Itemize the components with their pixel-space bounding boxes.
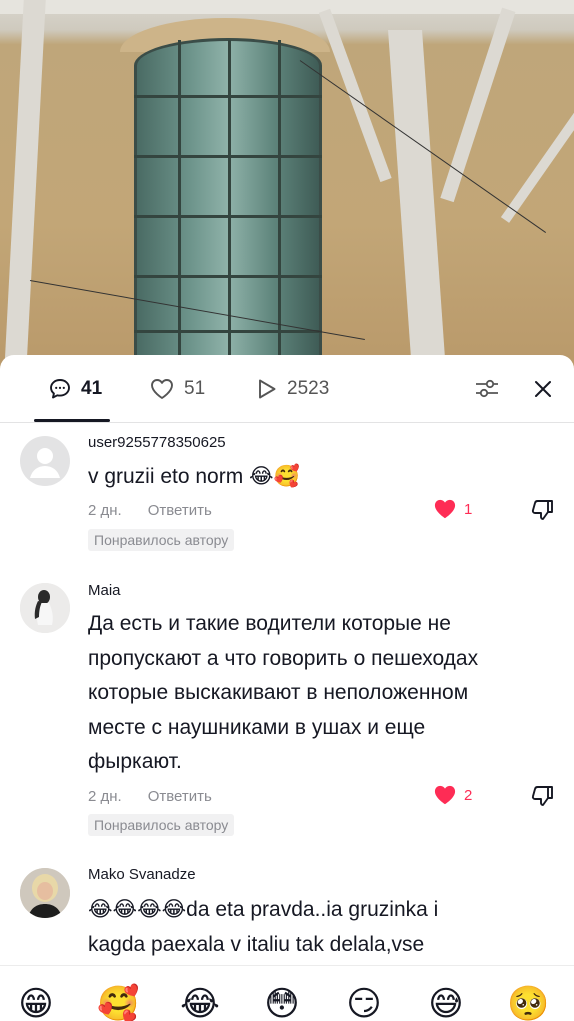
tree-branch — [318, 8, 392, 183]
avatar[interactable] — [20, 436, 70, 486]
thumbs-down-icon — [531, 786, 553, 806]
close-icon — [535, 381, 551, 397]
emoji-flushed-button[interactable]: 😳 — [261, 984, 303, 1021]
heart-filled-icon — [434, 785, 456, 805]
tree-branch — [500, 69, 574, 223]
reply-button[interactable]: Ответить — [148, 502, 212, 519]
comment-like-button[interactable]: 2 — [432, 784, 472, 806]
comment-text-line: 😂😂😂😂da eta pravda..ia gruzinka i — [88, 898, 439, 921]
emoji-pleading-button[interactable]: 🥺 — [507, 984, 549, 1021]
glass-mullion — [228, 40, 231, 370]
header-divider — [0, 422, 574, 423]
tree-branch — [440, 7, 516, 203]
comment-text-line: kagda paexala v italiu tak delala,vse — [88, 932, 425, 956]
comment-text-line: Да есть и такие водители которые не — [88, 612, 451, 635]
comment-like-count: 2 — [464, 786, 473, 804]
tab-comments[interactable]: 41 — [48, 375, 102, 403]
avatar[interactable] — [20, 868, 70, 918]
comment-like-count: 1 — [464, 500, 473, 518]
views-count: 2523 — [287, 378, 330, 399]
comment-icon — [50, 379, 70, 399]
dislike-button[interactable] — [530, 784, 556, 813]
comment-like-button[interactable]: 1 — [432, 498, 472, 520]
liked-by-author-badge: Понравилось автору — [88, 814, 235, 836]
video-background[interactable] — [0, 0, 574, 372]
comment-text-line: месте с наушниками в ушах и еще — [88, 715, 426, 739]
emoji-hearts-button[interactable]: 🥰 — [97, 984, 139, 1021]
comment-time: 2 дн. — [88, 788, 122, 805]
emoji-grin-button[interactable]: 😁 — [15, 984, 57, 1021]
play-icon — [259, 379, 276, 399]
emoji-laugh-button[interactable]: 😂 — [179, 984, 221, 1021]
comment-text: 😂😂😂😂da eta pravda..ia gruzinka i kagda p… — [88, 893, 548, 962]
comment-text-line: v gruzii eto norm 😂🥰 — [88, 465, 300, 488]
comment-username[interactable]: Mako Svanadze — [88, 866, 196, 883]
thumbs-down-icon — [531, 500, 553, 520]
comment-text: v gruzii eto norm 😂🥰 — [88, 460, 548, 495]
close-button[interactable] — [527, 373, 559, 405]
likes-count: 51 — [184, 378, 206, 399]
tab-likes[interactable]: 51 — [149, 375, 205, 403]
comment-meta: 2 дн. Ответить — [88, 788, 212, 805]
comment-text: Да есть и такие водители которые не проп… — [88, 607, 548, 780]
user-photo-icon — [20, 868, 70, 918]
building-roof — [0, 0, 574, 14]
heart-outline-icon — [151, 379, 173, 399]
filter-sliders-icon — [476, 379, 498, 398]
comment-meta: 2 дн. Ответить — [88, 502, 212, 519]
comments-header: 41 51 2523 — [0, 355, 574, 423]
comment-username[interactable]: user9255778350625 — [88, 434, 226, 451]
glass-mullion — [278, 40, 281, 370]
comment-username[interactable]: Maia — [88, 582, 121, 599]
user-photo-icon — [20, 583, 70, 633]
reply-button[interactable]: Ответить — [148, 788, 212, 805]
avatar[interactable] — [20, 583, 70, 633]
comment-text-line: пропускают а что говорить о пешеходах — [88, 646, 479, 670]
comment-text-line: которые выскакивают в неположенном — [88, 681, 469, 704]
tree-trunk — [388, 30, 446, 372]
emoji-sweat-smile-button[interactable]: 😅 — [425, 984, 467, 1021]
tab-views[interactable]: 2523 — [256, 375, 329, 403]
dislike-button[interactable] — [530, 498, 556, 527]
emoji-quick-bar: 😁 🥰 😂 😳 😏 😅 🥺 — [0, 965, 574, 1021]
glass-mullion — [178, 40, 181, 370]
default-avatar-icon — [30, 448, 60, 478]
comments-count: 41 — [81, 378, 103, 399]
filter-button[interactable] — [471, 373, 503, 405]
comment-time: 2 дн. — [88, 502, 122, 519]
comment-text-line: фыркают. — [88, 750, 182, 773]
heart-filled-icon — [434, 499, 456, 519]
emoji-smirk-button[interactable]: 😏 — [343, 984, 385, 1021]
liked-by-author-badge: Понравилось автору — [88, 529, 235, 551]
tree-trunk — [4, 0, 46, 372]
